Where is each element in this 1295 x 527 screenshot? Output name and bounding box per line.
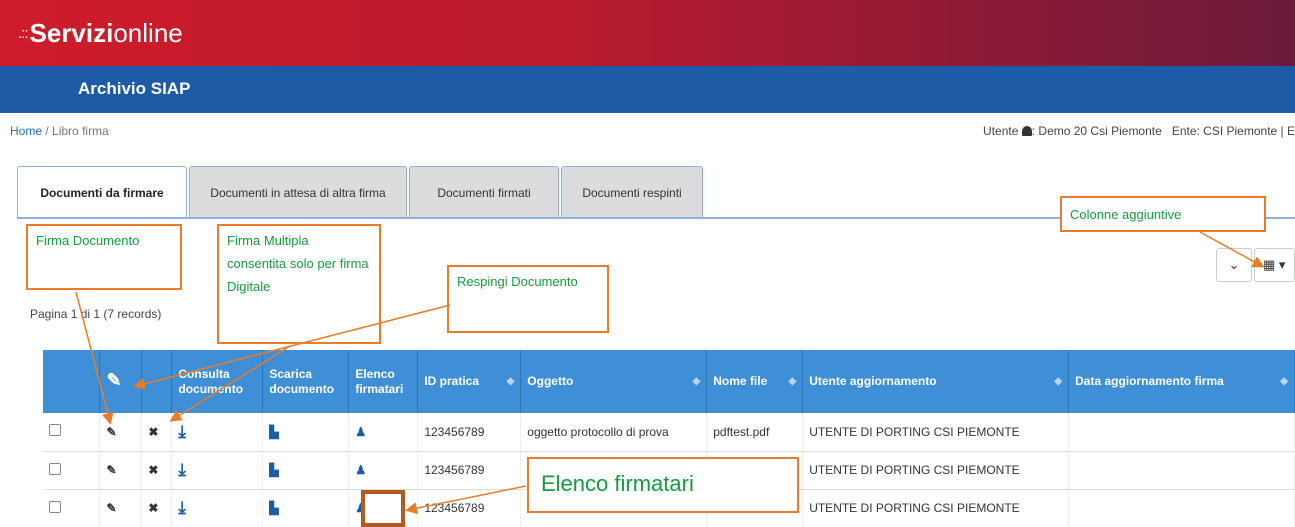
cell-utente: UTENTE DI PORTING CSI PIEMONTE xyxy=(802,489,1070,527)
header-id-pratica[interactable]: ID pratica ◆ xyxy=(417,350,522,413)
header-scarica: Scarica documento xyxy=(262,350,350,413)
servizionline-logo[interactable]: .::Servizionline xyxy=(18,18,183,49)
header-consulta: Consulta documento xyxy=(171,350,264,413)
download-consulta-icon[interactable]: ⤓ xyxy=(178,460,186,479)
header-utente-label: Utente aggiornamento xyxy=(809,374,937,388)
callout-firma-documento: Firma Documento xyxy=(26,224,182,290)
collapse-button[interactable]: ⌄ xyxy=(1216,248,1252,282)
cell-id: 123456789 xyxy=(417,451,522,490)
signers-user-icon[interactable]: ♟ xyxy=(355,425,366,439)
user-icon xyxy=(1021,126,1032,136)
sign-document-icon[interactable]: ✎ xyxy=(106,463,116,477)
sort-icon[interactable]: ◆ xyxy=(788,374,796,389)
row-checkbox[interactable] xyxy=(49,424,61,437)
sign-document-icon[interactable]: ✎ xyxy=(106,425,116,439)
download-consulta-icon[interactable]: ⤓ xyxy=(178,498,186,517)
header-oggetto-label: Oggetto xyxy=(527,374,574,388)
header-nome-file[interactable]: Nome file ◆ xyxy=(706,350,804,413)
signers-user-icon[interactable]: ♟ xyxy=(355,463,366,477)
table-header-row: ✎ Consulta documento Scarica documento E… xyxy=(43,350,1295,413)
header-oggetto[interactable]: Oggetto ◆ xyxy=(520,350,708,413)
brand-header: .::Servizionline xyxy=(0,0,1295,66)
logo-bold-text: Servizi xyxy=(29,18,114,48)
cell-id: 123456789 xyxy=(417,489,522,527)
breadcrumb: Home / Libro firma xyxy=(10,124,109,138)
user-label: Utente xyxy=(983,124,1019,138)
cell-data xyxy=(1068,451,1295,490)
file-icon[interactable]: ▙ xyxy=(269,463,278,477)
tab-documenti-firmati[interactable]: Documenti firmati xyxy=(409,166,559,218)
cell-data xyxy=(1068,413,1295,452)
tab-documenti-da-firmare[interactable]: Documenti da firmare xyxy=(17,166,187,219)
callout-respingi-documento: Respingi Documento xyxy=(447,265,609,333)
breadcrumb-current: Libro firma xyxy=(52,124,109,138)
app-bar: Archivio SIAP xyxy=(0,66,1295,113)
columns-grid-icon: ▦ ▾ xyxy=(1263,257,1286,272)
header-nome-label: Nome file xyxy=(713,374,768,388)
file-icon[interactable]: ▙ xyxy=(269,425,278,439)
file-icon[interactable]: ▙ xyxy=(269,501,278,515)
table-row: ✎ ✖ ⤓ ▙ ♟ 123456789 oggetto protocollo d… xyxy=(43,413,1295,452)
header-sign: ✎ xyxy=(99,350,143,413)
sort-icon[interactable]: ◆ xyxy=(693,374,701,389)
cell-nome-file: pdftest.pdf xyxy=(706,413,804,452)
cell-utente: UTENTE DI PORTING CSI PIEMONTE xyxy=(802,451,1070,490)
row-checkbox[interactable] xyxy=(49,462,61,475)
header-data[interactable]: Data aggiornamento firma ◆ xyxy=(1068,350,1295,413)
logo-light-text: online xyxy=(113,18,183,48)
reject-document-icon[interactable]: ✖ xyxy=(148,463,158,477)
download-consulta-icon[interactable]: ⤓ xyxy=(178,422,186,441)
callout-firma-multipla: Firma Multipla consentita solo per firma… xyxy=(217,224,381,344)
breadcrumb-home-link[interactable]: Home xyxy=(10,124,42,138)
reject-document-icon[interactable]: ✖ xyxy=(148,501,158,515)
user-name: : Demo 20 Csi Piemonte xyxy=(1031,124,1162,138)
header-elenco: Elenco firmatari xyxy=(348,350,419,413)
highlight-box xyxy=(361,490,405,527)
header-reject xyxy=(141,350,173,413)
cell-id: 123456789 xyxy=(417,413,522,452)
cell-oggetto: oggetto protocollo di prova xyxy=(520,413,708,452)
columns-toggle-button[interactable]: ▦ ▾ xyxy=(1254,248,1295,282)
header-utente[interactable]: Utente aggiornamento ◆ xyxy=(802,350,1070,413)
callout-colonne-aggiuntive: Colonne aggiuntive xyxy=(1060,196,1266,232)
header-id-label: ID pratica xyxy=(424,374,480,388)
callout-elenco-firmatari: Elenco firmatari xyxy=(527,457,799,513)
sort-icon[interactable]: ◆ xyxy=(507,374,515,389)
breadcrumb-separator: / xyxy=(45,124,49,138)
pager-info: Pagina 1 di 1 (7 records) xyxy=(30,307,162,321)
cell-utente: UTENTE DI PORTING CSI PIEMONTE xyxy=(802,413,1070,452)
chevron-down-icon: ⌄ xyxy=(1228,257,1240,272)
sort-icon[interactable]: ◆ xyxy=(1280,374,1288,389)
pencil-icon: ✎ xyxy=(106,370,122,390)
header-data-label: Data aggiornamento firma xyxy=(1075,374,1224,388)
user-ente: Ente: CSI Piemonte | E xyxy=(1171,124,1295,138)
tab-documenti-respinti[interactable]: Documenti respinti xyxy=(561,166,703,218)
header-select xyxy=(43,350,101,413)
cell-data xyxy=(1068,489,1295,527)
app-title: Archivio SIAP xyxy=(78,79,191,98)
sign-document-icon[interactable]: ✎ xyxy=(106,501,116,515)
logo-dots: .:: xyxy=(18,25,28,42)
reject-document-icon[interactable]: ✖ xyxy=(148,425,158,439)
user-info: Utente : Demo 20 Csi Piemonte Ente: CSI … xyxy=(983,124,1295,138)
tab-documenti-in-attesa[interactable]: Documenti in attesa di altra firma xyxy=(189,166,407,218)
sort-icon[interactable]: ◆ xyxy=(1054,374,1062,389)
row-checkbox[interactable] xyxy=(49,500,61,513)
